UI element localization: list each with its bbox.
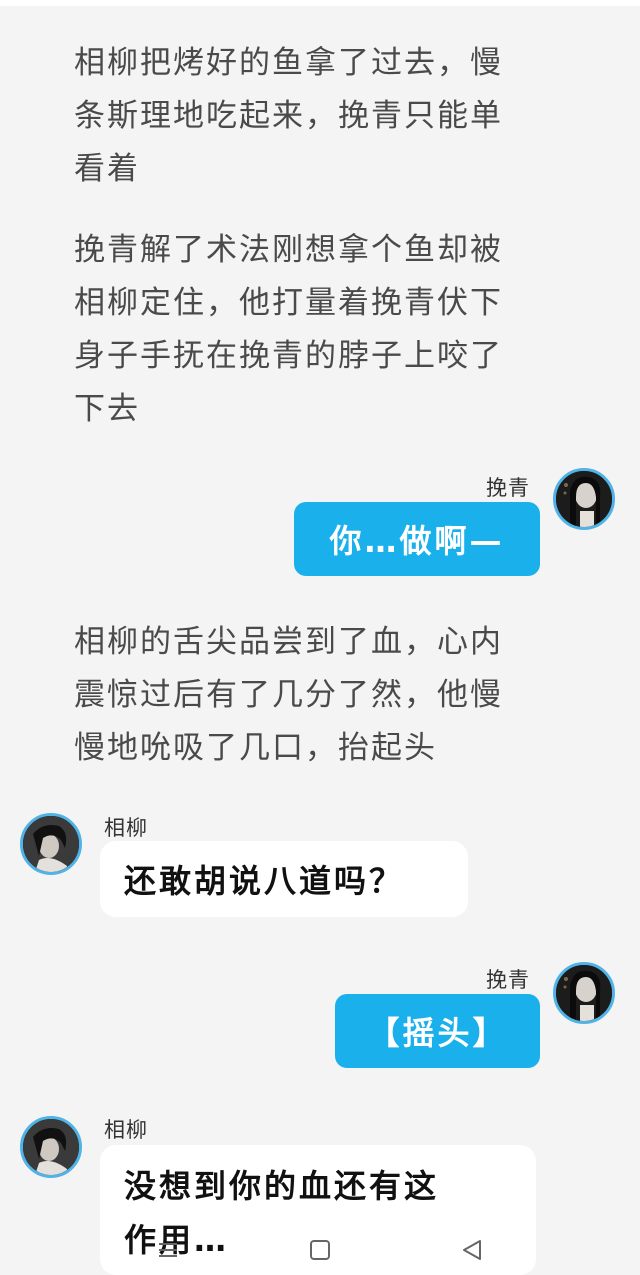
speaker-name: 相柳: [104, 816, 148, 840]
narration-line: 相柳把烤好的鱼拿了过去，慢: [74, 45, 503, 81]
avatar[interactable]: [553, 468, 615, 530]
avatar-portrait-icon: [23, 816, 79, 872]
chat-bubble[interactable]: 【摇头】: [335, 994, 540, 1068]
avatar-portrait-icon: [23, 1119, 79, 1175]
narration-line: 挽青解了术法刚想拿个鱼却被: [74, 232, 503, 268]
top-strip: [0, 0, 640, 6]
narration-line: 身子手抚在挽青的脖子上咬了: [74, 338, 503, 374]
message-text: 你…做啊—: [329, 522, 505, 560]
message-text: 【摇头】: [367, 1014, 508, 1052]
chat-story-screen: 相柳把烤好的鱼拿了过去，慢 条斯理地吃起来，挽青只能单 看着 挽青解了术法刚想拿…: [0, 0, 640, 1275]
narration-block-1: 相柳把烤好的鱼拿了过去，慢 条斯理地吃起来，挽青只能单 看着: [74, 37, 554, 196]
narration-line: 震惊过后有了几分了然，他慢: [74, 677, 503, 713]
avatar[interactable]: [20, 1116, 82, 1178]
narration-line: 相柳定住，他打量着挽青伏下: [74, 285, 503, 321]
narration-block-2: 挽青解了术法刚想拿个鱼却被 相柳定住，他打量着挽青伏下 身子手抚在挽青的脖子上咬…: [74, 224, 554, 436]
avatar-portrait-icon: [556, 965, 612, 1021]
speaker-name: 挽青: [486, 476, 530, 500]
chat-bubble[interactable]: 你…做啊—: [294, 502, 540, 576]
narration-line: 看着: [74, 151, 140, 187]
system-navigation-bar: [0, 1228, 640, 1269]
triangle-back-icon[interactable]: [458, 1236, 486, 1264]
narration-line: 慢地吮吸了几口，抬起头: [74, 730, 437, 766]
message-text: 还敢胡说八道吗？: [124, 862, 405, 900]
narration-line: 相柳的舌尖品尝到了血，心内: [74, 624, 503, 660]
message-text-line: 没想到你的血还有这: [124, 1167, 440, 1205]
square-home-icon[interactable]: [306, 1236, 334, 1264]
chat-bubble[interactable]: 还敢胡说八道吗？: [100, 841, 468, 917]
speaker-name: 相柳: [104, 1118, 148, 1142]
narration-line: 下去: [74, 391, 140, 427]
narration-line: 条斯理地吃起来，挽青只能单: [74, 98, 503, 134]
menu-icon[interactable]: [154, 1236, 182, 1264]
avatar-portrait-icon: [556, 471, 612, 527]
speaker-name: 挽青: [486, 968, 530, 992]
avatar[interactable]: [20, 813, 82, 875]
avatar[interactable]: [553, 962, 615, 1024]
narration-block-3: 相柳的舌尖品尝到了血，心内 震惊过后有了几分了然，他慢 慢地吮吸了几口，抬起头: [74, 616, 554, 775]
